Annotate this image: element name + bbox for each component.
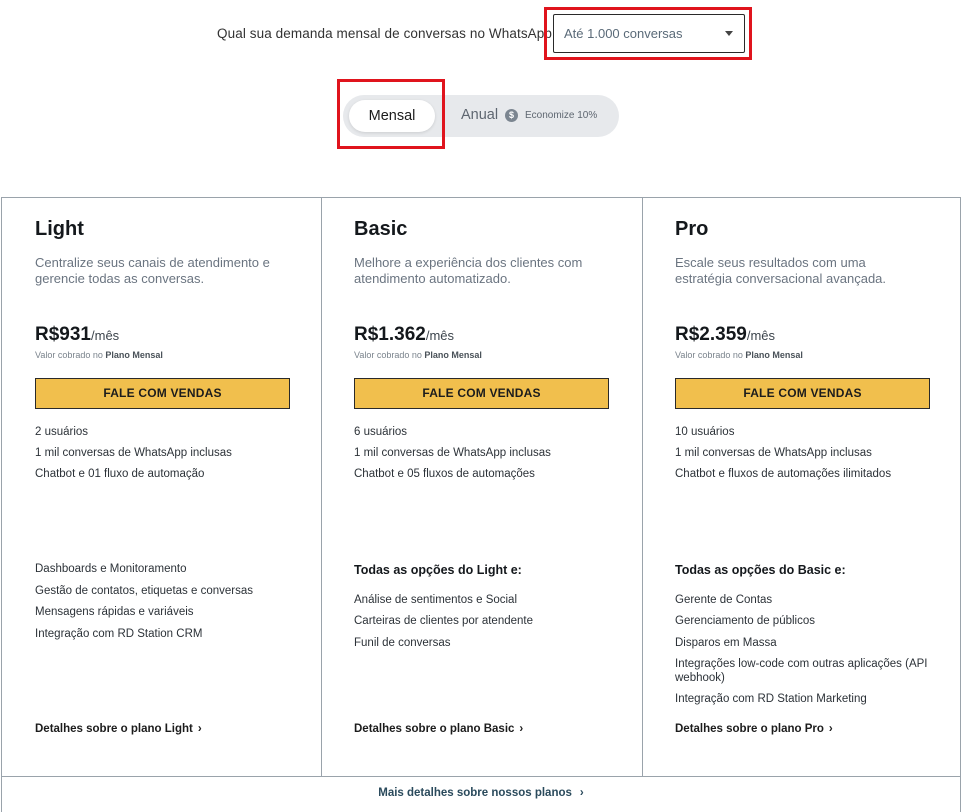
demand-label: Qual sua demanda mensal de conversas no … <box>217 26 556 41</box>
feature-item: 1 mil conversas de WhatsApp inclusas <box>675 447 872 459</box>
discount-label: Economize 10% <box>525 110 598 121</box>
details-link-basic[interactable]: Detalhes sobre o plano Basic › <box>354 723 523 735</box>
extra-item: Mensagens rápidas e variáveis <box>35 606 194 618</box>
plan-description: Escale seus resultados com uma estratégi… <box>675 255 887 286</box>
price-note-plan: Plano Mensal <box>424 350 482 360</box>
plan-name: Pro <box>675 218 709 240</box>
price-note-text: Valor cobrado no <box>35 350 106 360</box>
extra-item: Carteiras de clientes por atendente <box>354 615 533 627</box>
discount-icon: $ <box>505 109 518 122</box>
feature-item: 6 usuários <box>354 426 408 438</box>
plan-name: Basic <box>354 218 408 240</box>
price-note: Valor cobrado no Plano Mensal <box>354 350 482 360</box>
plan-price: R$931 <box>35 324 91 345</box>
plan-description: Centralize seus canais de atendimento e … <box>35 255 270 286</box>
feature-item: Chatbot e 01 fluxo de automação <box>35 468 205 480</box>
plans-grid: Light Centralize seus canais de atendime… <box>1 197 961 777</box>
extra-item: Gerenciamento de públicos <box>675 615 815 627</box>
price-note-text: Valor cobrado no <box>354 350 425 360</box>
feature-item: 1 mil conversas de WhatsApp inclusas <box>35 447 232 459</box>
plan-card-pro: Pro Escale seus resultados com uma estra… <box>643 198 960 777</box>
contact-sales-button[interactable]: FALE COM VENDAS <box>354 378 609 409</box>
extra-item: Disparos em Massa <box>675 637 777 649</box>
contact-sales-button[interactable]: FALE COM VENDAS <box>35 378 290 409</box>
plan-card-light: Light Centralize seus canais de atendime… <box>2 198 322 777</box>
highlight-box-select <box>544 7 752 60</box>
extra-item: Dashboards e Monitoramento <box>35 563 187 575</box>
extra-item: Gerente de Contas <box>675 594 773 606</box>
details-link-pro[interactable]: Detalhes sobre o plano Pro › <box>675 723 833 735</box>
price-note: Valor cobrado no Plano Mensal <box>35 350 163 360</box>
section-title: Todas as opções do Basic e: <box>675 563 846 577</box>
chevron-right-icon: › <box>579 787 584 799</box>
price-note-plan: Plano Mensal <box>745 350 803 360</box>
contact-sales-button[interactable]: FALE COM VENDAS <box>675 378 930 409</box>
price-row: R$931/mês <box>35 324 119 346</box>
section-title: Todas as opções do Light e: <box>354 563 522 577</box>
details-link-label: Detalhes sobre o plano Pro <box>675 723 824 735</box>
details-link-label: Detalhes sobre o plano Basic <box>354 723 515 735</box>
price-note-plan: Plano Mensal <box>105 350 163 360</box>
price-note: Valor cobrado no Plano Mensal <box>675 350 803 360</box>
more-details-label: Mais detalhes sobre nossos planos <box>378 787 572 799</box>
extra-item: Funil de conversas <box>354 637 451 649</box>
extra-item: Integrações low-code com outras aplicaçõ… <box>675 658 928 684</box>
chevron-right-icon: › <box>828 723 833 735</box>
feature-item: Chatbot e fluxos de automações ilimitado… <box>675 468 892 480</box>
chevron-right-icon: › <box>519 723 524 735</box>
plan-card-basic: Basic Melhore a experiência dos clientes… <box>322 198 643 777</box>
feature-item: 10 usuários <box>675 426 735 438</box>
price-note-text: Valor cobrado no <box>675 350 746 360</box>
price-period: /mês <box>91 328 120 343</box>
price-row: R$2.359/mês <box>675 324 775 346</box>
feature-item: 1 mil conversas de WhatsApp inclusas <box>354 447 551 459</box>
price-period: /mês <box>746 328 776 343</box>
more-details-link[interactable]: Mais detalhes sobre nossos planos › <box>2 787 960 799</box>
extra-item: Integração com RD Station Marketing <box>675 693 867 705</box>
extra-item: Análise de sentimentos e Social <box>354 594 518 606</box>
feature-item: 2 usuários <box>35 426 89 438</box>
feature-item: Chatbot e 05 fluxos de automações <box>354 468 535 480</box>
footer-bar: Mais detalhes sobre nossos planos › <box>1 776 961 812</box>
plan-description: Melhore a experiência dos clientes com a… <box>354 255 583 286</box>
price-row: R$1.362/mês <box>354 324 454 346</box>
extra-item: Gestão de contatos, etiquetas e conversa… <box>35 585 253 597</box>
toggle-anual[interactable]: Anual <box>461 107 498 123</box>
extra-item: Integração com RD Station CRM <box>35 628 203 640</box>
plan-price: R$2.359 <box>675 324 747 345</box>
plan-name: Light <box>35 218 84 240</box>
highlight-box-toggle <box>337 79 445 149</box>
details-link-light[interactable]: Detalhes sobre o plano Light › <box>35 723 202 735</box>
details-link-label: Detalhes sobre o plano Light <box>35 723 193 735</box>
chevron-right-icon: › <box>197 723 202 735</box>
demand-row: Qual sua demanda mensal de conversas no … <box>0 7 962 60</box>
price-period: /mês <box>425 328 455 343</box>
plan-price: R$1.362 <box>354 324 426 345</box>
